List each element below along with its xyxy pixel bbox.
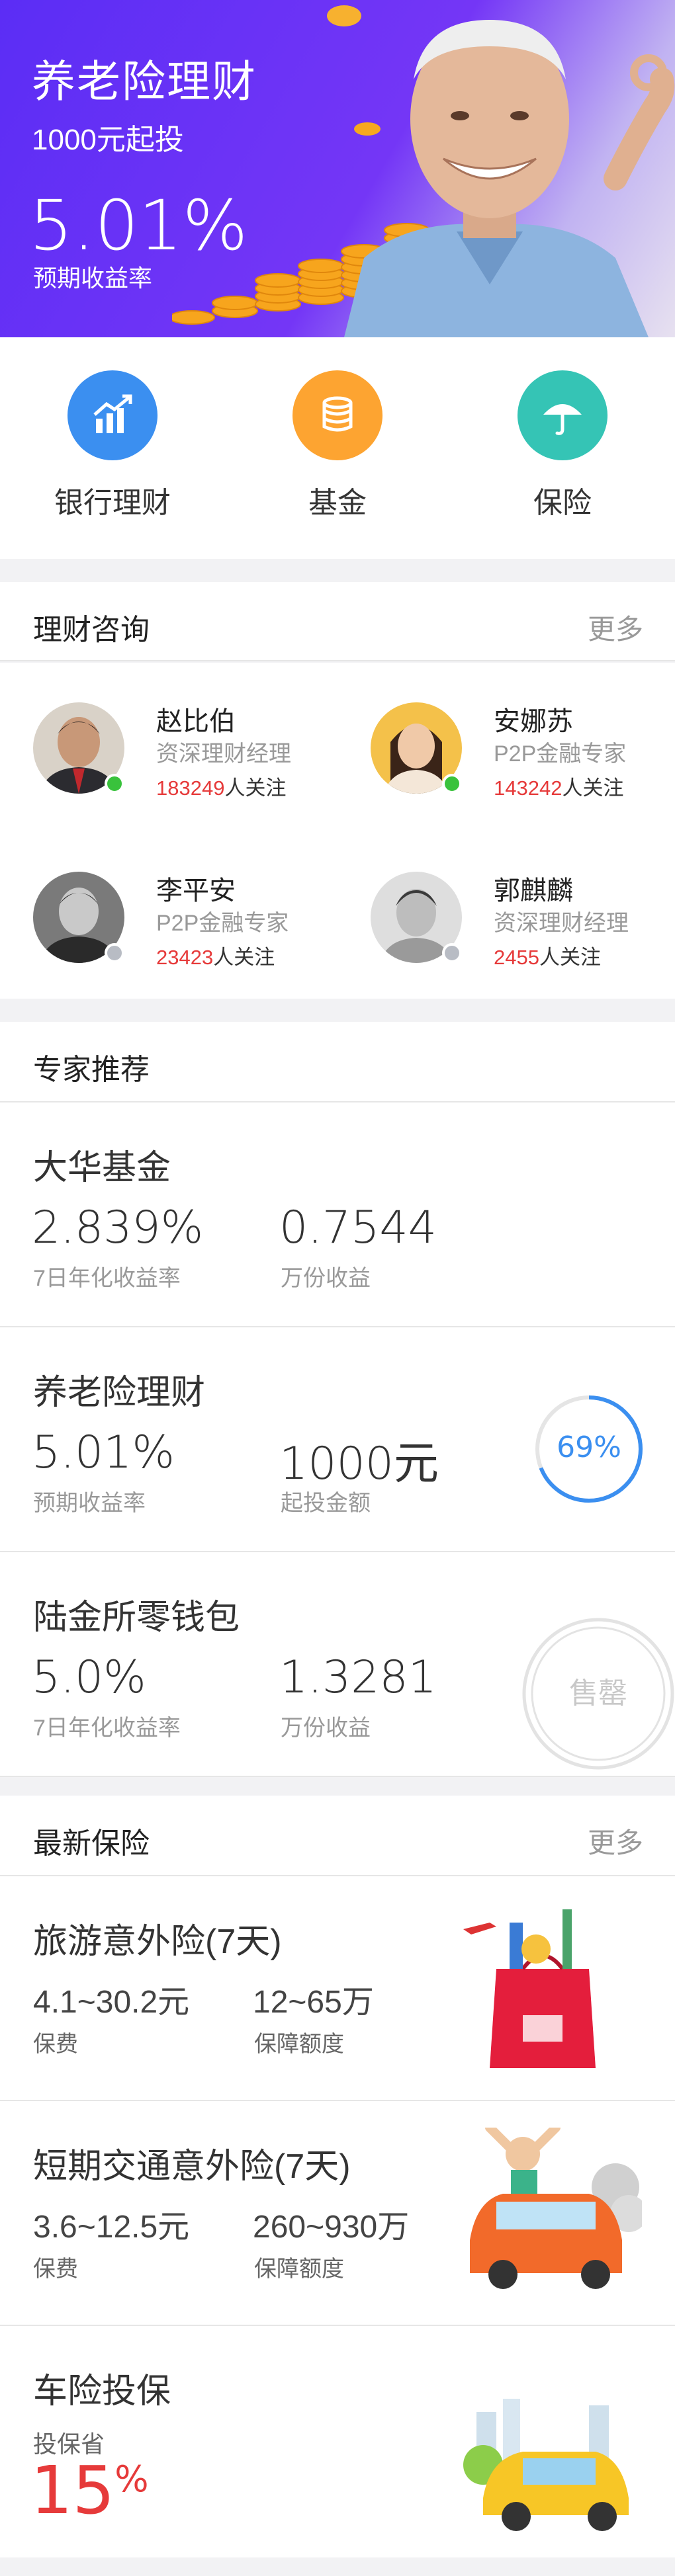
insurance-name: 短期交通意外险(7天) xyxy=(33,2147,351,2186)
product-value-1: 5.0% xyxy=(32,1651,146,1704)
product-label-2: 起投金额 xyxy=(281,1491,371,1516)
experts-title: 专家推荐 xyxy=(33,1054,150,1086)
bar-chart-icon xyxy=(68,370,158,460)
banner-subtitle: 1000元起投 xyxy=(32,124,184,156)
insurance-row[interactable]: 短期交通意外险(7天) 3.6~12.5元 保费 260~930万 保障额度 xyxy=(0,2101,675,2326)
banner-title: 养老险理财 xyxy=(32,57,257,106)
travel-bag-illustration xyxy=(463,1909,596,2068)
elderly-man-photo xyxy=(344,20,675,337)
consultant-grid: 赵比伯 资深理财经理 183249人关注 安娜苏 P2P金融专家 143242人… xyxy=(0,663,675,999)
consultant-card[interactable]: 赵比伯 资深理财经理 183249人关注 xyxy=(33,702,351,808)
insurance-label-2: 保障额度 xyxy=(254,2257,344,2282)
banner-rate: 5.01% xyxy=(29,185,248,266)
consultant-title: 资深理财经理 xyxy=(494,911,629,936)
product-value-2: 1.3281 xyxy=(279,1651,437,1704)
product-name: 陆金所零钱包 xyxy=(33,1599,240,1637)
discount-value: 15% xyxy=(30,2452,149,2529)
consult-header: 理财咨询 更多 xyxy=(0,582,675,661)
online-status-dot xyxy=(442,774,462,794)
consultant-followers: 2455人关注 xyxy=(494,946,601,969)
insurance-value-2: 260~930万 xyxy=(253,2210,410,2245)
insurance-label-1: 保费 xyxy=(33,2257,78,2282)
insurance-title: 最新保险 xyxy=(33,1827,150,1860)
product-row[interactable]: 大华基金 2.839% 7日年化收益率 0.7544 万份收益 xyxy=(0,1102,675,1327)
consultant-followers: 183249人关注 xyxy=(156,776,287,800)
coins-icon xyxy=(292,370,382,460)
insurance-label-2: 保障额度 xyxy=(254,2032,344,2057)
insurance-row[interactable]: 旅游意外险(7天) 4.1~30.2元 保费 12~65万 保障额度 xyxy=(0,1876,675,2101)
consultant-followers: 23423人关注 xyxy=(156,946,275,969)
product-value-1: 2.839% xyxy=(32,1202,204,1254)
quick-label: 保险 xyxy=(533,487,592,519)
consultant-name: 赵比伯 xyxy=(156,707,236,736)
consultant-title: P2P金融专家 xyxy=(494,741,627,767)
consult-more-link[interactable]: 更多 xyxy=(588,607,643,647)
product-name: 大华基金 xyxy=(33,1149,171,1187)
consultant-card[interactable]: 郭麒麟 资深理财经理 2455人关注 xyxy=(371,872,675,977)
offline-status-dot xyxy=(442,943,462,963)
umbrella-icon xyxy=(518,370,608,460)
quick-label: 基金 xyxy=(308,487,367,519)
consultant-name: 安娜苏 xyxy=(494,707,573,736)
yellow-car-illustration xyxy=(463,2399,629,2531)
insurance-value-1: 3.6~12.5元 xyxy=(33,2210,190,2245)
consultant-card[interactable]: 安娜苏 P2P金融专家 143242人关注 xyxy=(371,702,675,808)
consultant-card[interactable]: 李平安 P2P金融专家 23423人关注 xyxy=(33,872,351,977)
car-accident-illustration xyxy=(470,2128,642,2289)
quick-item-bank[interactable]: 银行理财 xyxy=(40,370,185,521)
product-row[interactable]: 养老险理财 5.01% 预期收益率 1000元 起投金额 69% xyxy=(0,1327,675,1552)
offline-status-dot xyxy=(105,943,124,963)
insurance-more-link[interactable]: 更多 xyxy=(588,1821,643,1861)
consult-title: 理财咨询 xyxy=(33,614,150,646)
quick-menu: 银行理财 基金 保险 xyxy=(0,337,675,559)
product-value-2: 1000元 xyxy=(279,1438,439,1490)
banner-rate-label: 预期收益率 xyxy=(33,265,153,292)
quick-item-insurance[interactable]: 保险 xyxy=(490,370,635,521)
product-label-1: 预期收益率 xyxy=(33,1491,146,1516)
insurance-header: 最新保险 更多 xyxy=(0,1796,675,1876)
quick-label: 银行理财 xyxy=(54,487,171,519)
consultant-title: P2P金融专家 xyxy=(156,911,289,936)
product-value-2: 0.7544 xyxy=(279,1202,437,1254)
experts-header: 专家推荐 xyxy=(0,1022,675,1102)
sold-out-text: 售罄 xyxy=(569,1677,627,1710)
product-label-1: 7日年化收益率 xyxy=(33,1716,181,1741)
sold-out-stamp: 售罄 xyxy=(522,1618,674,1770)
progress-text: 69% xyxy=(557,1431,621,1464)
product-row[interactable]: 陆金所零钱包 5.0% 7日年化收益率 1.3281 万份收益 售罄 xyxy=(0,1552,675,1777)
insurance-name: 车险投保 xyxy=(33,2372,171,2411)
consultant-title: 资深理财经理 xyxy=(156,741,291,767)
promo-banner[interactable]: 养老险理财 1000元起投 5.01% 预期收益率 xyxy=(0,0,675,337)
product-value-1: 5.01% xyxy=(32,1427,175,1479)
product-label-2: 万份收益 xyxy=(281,1266,371,1291)
insurance-value-1: 4.1~30.2元 xyxy=(33,1985,190,2020)
product-label-2: 万份收益 xyxy=(281,1716,371,1741)
progress-ring: 69% xyxy=(535,1395,643,1503)
insurance-value-2: 12~65万 xyxy=(253,1985,374,2020)
insurance-label-1: 保费 xyxy=(33,2032,78,2057)
product-label-1: 7日年化收益率 xyxy=(33,1266,181,1291)
online-status-dot xyxy=(105,774,124,794)
insurance-row[interactable]: 车险投保 投保省 15% xyxy=(0,2326,675,2557)
consultant-name: 李平安 xyxy=(156,876,236,905)
product-name: 养老险理财 xyxy=(33,1374,206,1412)
quick-item-fund[interactable]: 基金 xyxy=(265,370,410,521)
consultant-followers: 143242人关注 xyxy=(494,776,624,800)
insurance-name: 旅游意外险(7天) xyxy=(33,1923,282,1961)
consultant-name: 郭麒麟 xyxy=(494,876,573,905)
